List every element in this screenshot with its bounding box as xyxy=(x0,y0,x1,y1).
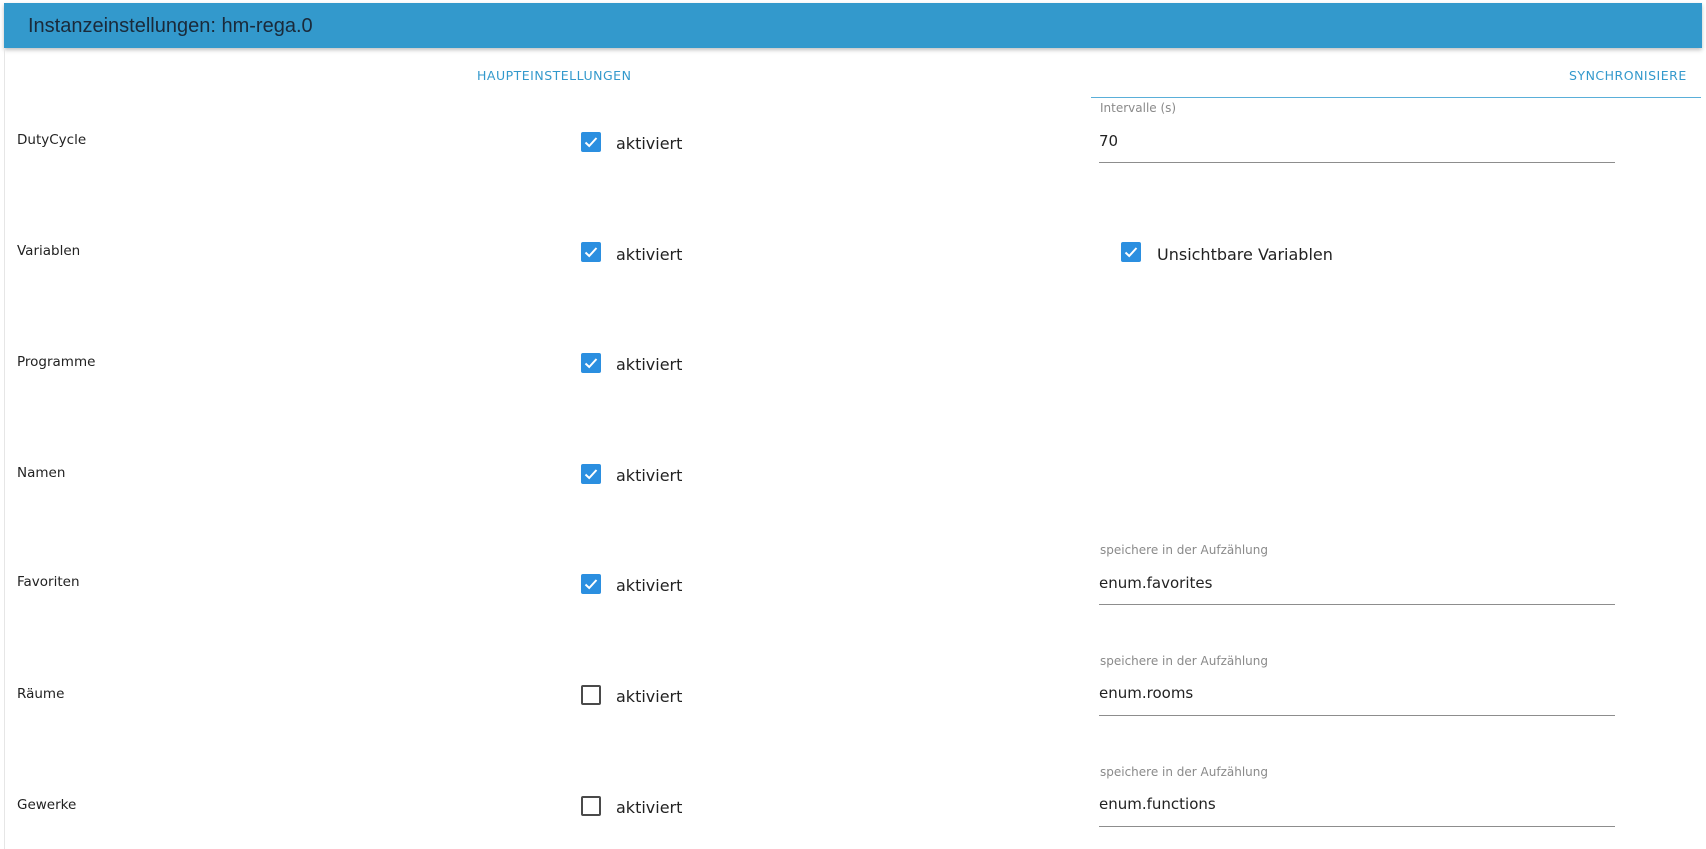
check-icon xyxy=(584,137,598,148)
interval-input[interactable] xyxy=(1099,128,1615,154)
rooms-enum-caption: speichere in der Aufzählung xyxy=(1100,654,1268,668)
check-icon xyxy=(584,469,598,480)
invisible-variables-checkbox[interactable] xyxy=(1121,242,1141,262)
row-label-rooms: Räume xyxy=(17,686,65,702)
row-label-variables: Variablen xyxy=(17,243,81,259)
check-icon xyxy=(584,358,598,369)
row-label-dutycycle: DutyCycle xyxy=(17,132,87,148)
rooms-enum-input[interactable] xyxy=(1099,680,1615,706)
favorites-enum-input[interactable] xyxy=(1099,570,1615,596)
title-bar: Instanzeinstellungen: hm-rega.0 xyxy=(4,3,1702,48)
programs-checkbox-label: aktiviert xyxy=(616,355,683,374)
row-label-favorites: Favoriten xyxy=(17,574,80,590)
check-icon xyxy=(584,247,598,258)
panel-border xyxy=(4,48,5,849)
tab-main-settings[interactable]: HAUPTEINSTELLUNGEN xyxy=(477,68,631,83)
functions-enum-underline xyxy=(1099,826,1615,827)
window-title: Instanzeinstellungen: hm-rega.0 xyxy=(28,15,313,37)
check-icon xyxy=(1124,247,1138,258)
names-checkbox[interactable] xyxy=(581,464,601,484)
dutycycle-checkbox-label: aktiviert xyxy=(616,134,683,153)
dutycycle-checkbox[interactable] xyxy=(581,132,601,152)
row-label-names: Namen xyxy=(17,465,66,481)
functions-enum-input[interactable] xyxy=(1099,791,1615,817)
row-label-programs: Programme xyxy=(17,354,96,370)
favorites-enum-caption: speichere in der Aufzählung xyxy=(1100,543,1268,557)
settings-window: Instanzeinstellungen: hm-rega.0 HAUPTEIN… xyxy=(0,0,1706,849)
favorites-enum-underline xyxy=(1099,604,1615,605)
functions-checkbox-label: aktiviert xyxy=(616,798,683,817)
variables-checkbox[interactable] xyxy=(581,242,601,262)
rooms-checkbox-label: aktiviert xyxy=(616,687,683,706)
functions-checkbox[interactable] xyxy=(581,796,601,816)
interval-underline xyxy=(1099,162,1615,163)
interval-caption: Intervalle (s) xyxy=(1100,101,1177,115)
row-label-functions: Gewerke xyxy=(17,797,77,813)
favorites-checkbox-label: aktiviert xyxy=(616,576,683,595)
programs-checkbox[interactable] xyxy=(581,353,601,373)
favorites-checkbox[interactable] xyxy=(581,574,601,594)
rooms-enum-underline xyxy=(1099,715,1615,716)
functions-enum-caption: speichere in der Aufzählung xyxy=(1100,765,1268,779)
invisible-variables-label: Unsichtbare Variablen xyxy=(1157,245,1333,264)
tab-indicator xyxy=(1091,97,1701,98)
names-checkbox-label: aktiviert xyxy=(616,466,683,485)
tab-synchronize[interactable]: SYNCHRONISIERE xyxy=(1569,68,1687,83)
variables-checkbox-label: aktiviert xyxy=(616,245,683,264)
rooms-checkbox[interactable] xyxy=(581,685,601,705)
check-icon xyxy=(584,579,598,590)
